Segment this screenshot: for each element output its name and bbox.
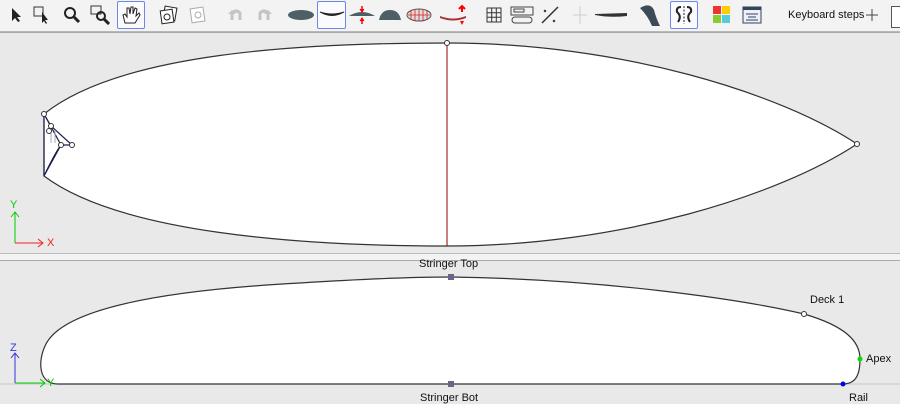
ruler-icon[interactable]: [568, 3, 592, 27]
toolbar: Keyboard steps: [0, 0, 900, 32]
board-outline: [43, 42, 859, 247]
slice-view-icon[interactable]: [377, 3, 403, 27]
3d-view-icon[interactable]: [405, 3, 433, 27]
deck-label: Deck 1: [810, 294, 845, 306]
outline-view[interactable]: Y X: [0, 32, 900, 254]
axis-x-label: X: [47, 237, 55, 249]
colors-icon[interactable]: [710, 3, 734, 27]
stringer-bot-label: Stringer Bot: [420, 392, 479, 404]
pan-hand-icon[interactable]: [117, 1, 145, 29]
outline-view-icon[interactable]: [287, 3, 315, 27]
symmetry-icon[interactable]: [670, 1, 698, 29]
undo-icon[interactable]: [224, 3, 248, 27]
keyboard-steps-label: Keyboard steps: [788, 9, 865, 21]
keyboard-steps-input[interactable]: [891, 6, 900, 28]
select-icon[interactable]: [4, 3, 28, 27]
move-arrows-icon[interactable]: [863, 3, 881, 27]
board-profile: [40, 276, 861, 385]
grid-icon[interactable]: [482, 3, 506, 27]
stringer-top-label: Stringer Top: [419, 258, 479, 270]
axis-z-label: Z: [10, 342, 17, 354]
rail-label: Rail: [849, 392, 868, 404]
copy-image-icon[interactable]: [157, 3, 181, 27]
zoom-icon[interactable]: [60, 3, 84, 27]
fin-icon[interactable]: [637, 3, 661, 27]
axis-y-label: Y: [10, 199, 18, 211]
thickness-view-icon[interactable]: [348, 3, 376, 27]
rocker-bottom-icon[interactable]: [438, 3, 468, 27]
axis-y-label: Y: [47, 377, 55, 389]
board-side-icon[interactable]: [594, 3, 628, 27]
profile-view[interactable]: Stringer Top Stringer Bot Deck 1 Apex Ra…: [0, 258, 900, 404]
redo-icon[interactable]: [252, 3, 276, 27]
rocker-view-icon[interactable]: [317, 1, 346, 29]
layout-icon[interactable]: [509, 3, 535, 27]
paste-image-icon[interactable]: [186, 3, 210, 27]
zoom-window-icon[interactable]: [88, 3, 112, 27]
properties-icon[interactable]: [740, 3, 764, 27]
measure-icon[interactable]: [538, 3, 562, 27]
select-area-icon[interactable]: [30, 3, 54, 27]
apex-label: Apex: [866, 353, 892, 365]
